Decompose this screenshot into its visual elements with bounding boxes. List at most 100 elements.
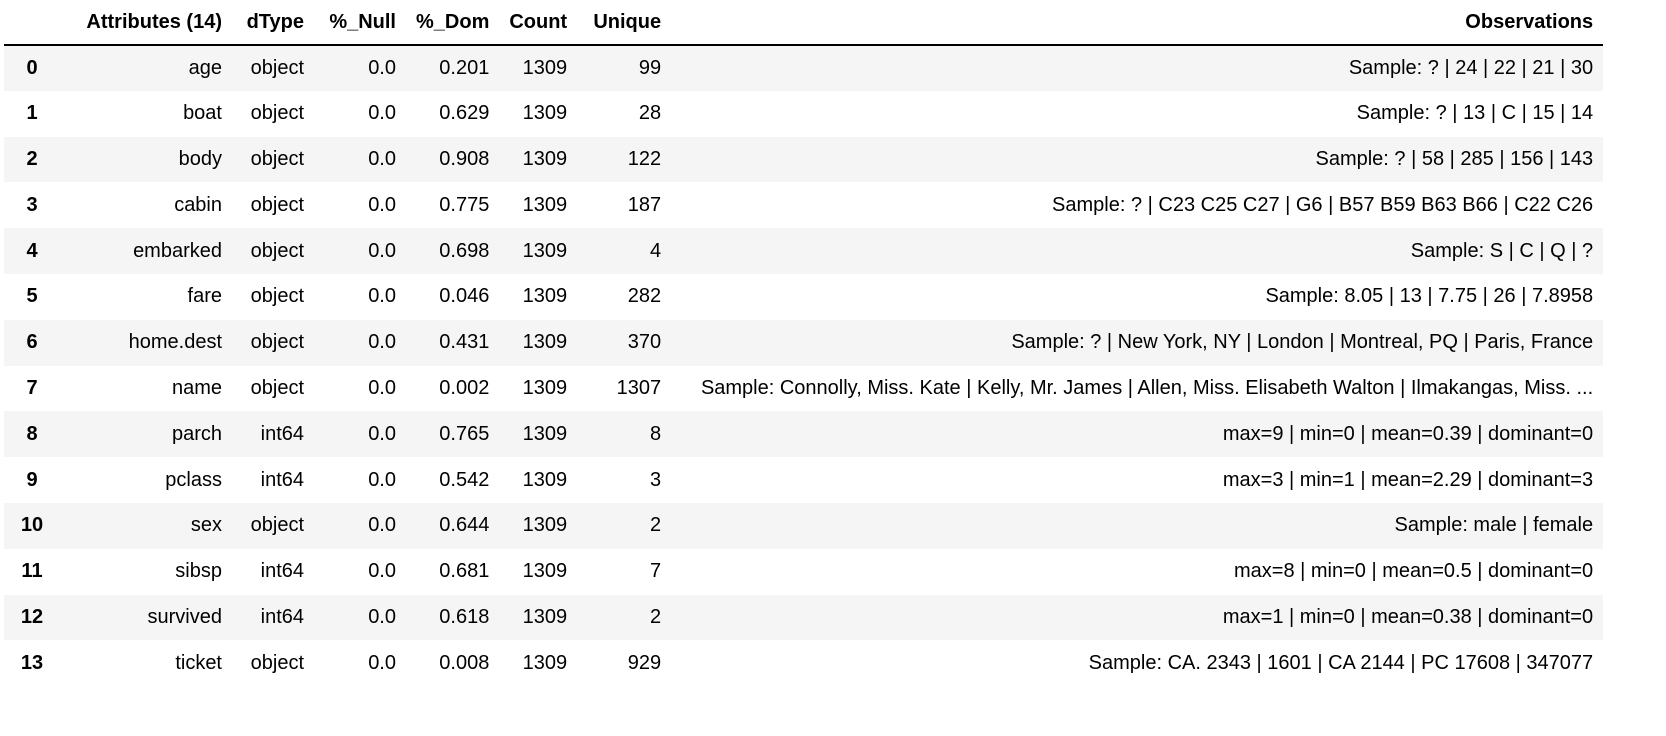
dom-pct-cell: 0.431	[439, 331, 490, 354]
unique-cell: 8	[650, 422, 662, 445]
unique-cell: 7	[650, 560, 662, 583]
row-index-cell: 2	[26, 147, 38, 170]
count-cell: 1309	[522, 376, 568, 399]
observations-cell: Sample: ? | 24 | 22 | 21 | 30	[1348, 56, 1594, 79]
row-index-cell: 7	[26, 376, 38, 399]
null-pct-cell: 0.0	[368, 651, 396, 674]
attribute-cell: boat	[183, 102, 222, 125]
table-row: 12 survived int64 0.0 0.618 1309 2 max=1 | min=…	[4, 594, 1604, 641]
dom-pct-cell: 0.201	[439, 56, 490, 79]
dom-pct-cell: 0.542	[439, 468, 490, 491]
table-row: 4 embarked object 0.0 0.698 1309 4 Sample: S | …	[4, 228, 1604, 274]
count-cell: 1309	[522, 56, 568, 79]
table-row: 0 age object 0.0 0.201 1309 99 Sample: ? | 24 |…	[4, 45, 1604, 91]
unique-cell: 122	[627, 147, 662, 170]
null-pct-cell: 0.0	[368, 560, 396, 583]
count-cell: 1309	[522, 331, 568, 354]
attribute-cell: embarked	[133, 239, 222, 262]
observations-cell: Sample: ? | 13 | C | 15 | 14	[1356, 102, 1594, 125]
row-index-cell: 0	[26, 56, 38, 79]
dtype-cell: int64	[260, 468, 304, 491]
row-index-cell: 9	[26, 468, 38, 491]
dtype-cell: object	[250, 102, 304, 125]
row-index-cell: 6	[26, 331, 38, 354]
row-index-cell: 3	[26, 193, 38, 216]
attribute-cell: cabin	[174, 193, 222, 216]
observations-cell: max=1 | min=0 | mean=0.38 | dominant=0	[1222, 605, 1594, 628]
table-row: 2 body object 0.0 0.908 1309 122 Sample: ? | 58…	[4, 136, 1604, 183]
observations-cell: Sample: Connolly, Miss. Kate | Kelly, Mr…	[700, 376, 1594, 399]
dtype-cell: object	[250, 56, 304, 79]
header-unique: Unique	[577, 0, 672, 46]
unique-cell: 187	[627, 193, 662, 216]
null-pct-cell: 0.0	[368, 193, 396, 216]
unique-cell: 1307	[616, 376, 662, 399]
count-cell: 1309	[522, 239, 568, 262]
dom-pct-cell: 0.765	[439, 422, 490, 445]
unique-cell: 4	[650, 239, 662, 262]
observations-cell: Sample: CA. 2343 | 1601 | CA 2144 | PC 1…	[1088, 651, 1594, 674]
dom-pct-cell: 0.775	[439, 193, 490, 216]
observations-cell: max=8 | min=0 | mean=0.5 | dominant=0	[1233, 560, 1594, 583]
dom-pct-cell: 0.008	[439, 651, 490, 674]
null-pct-cell: 0.0	[368, 239, 396, 262]
unique-cell: 3	[650, 468, 662, 491]
attribute-cell: home.dest	[128, 331, 222, 354]
observations-cell: Sample: ? | 58 | 285 | 156 | 143	[1315, 147, 1594, 170]
unique-cell: 28	[638, 102, 662, 125]
dtype-cell: object	[250, 514, 304, 537]
dtype-cell: object	[250, 193, 304, 216]
table-row: 10 sex object 0.0 0.644 1309 2 Sample: male | f…	[4, 502, 1604, 549]
unique-cell: 929	[627, 651, 662, 674]
row-index-cell: 5	[26, 285, 38, 308]
count-cell: 1309	[522, 102, 568, 125]
dom-pct-cell: 0.618	[439, 605, 490, 628]
count-cell: 1309	[522, 560, 568, 583]
table-header: Attributes (14) dType %_Null %_Dom Count…	[4, 0, 1604, 46]
attribute-cell: survived	[147, 605, 222, 628]
dtype-cell: object	[250, 376, 304, 399]
dom-pct-cell: 0.681	[439, 560, 490, 583]
count-cell: 1309	[522, 514, 568, 537]
null-pct-cell: 0.0	[368, 514, 396, 537]
table-row: 7 name object 0.0 0.002 1309 1307 Sample: Conno…	[4, 365, 1604, 412]
header-index	[4, 0, 60, 46]
attribute-cell: ticket	[175, 651, 222, 674]
table-row: 9 pclass int64 0.0 0.542 1309 3 max=3 | min=1 |…	[4, 457, 1604, 503]
dom-pct-cell: 0.046	[439, 285, 490, 308]
null-pct-cell: 0.0	[368, 605, 396, 628]
table-row: 6 home.dest object 0.0 0.431 1309 370 Sample: ?…	[4, 319, 1604, 366]
dom-pct-cell: 0.698	[439, 239, 490, 262]
header-null: %_Null	[314, 0, 406, 46]
attribute-cell: sibsp	[175, 560, 222, 583]
observations-cell: Sample: S | C | Q | ?	[1410, 239, 1594, 262]
dtype-cell: object	[250, 331, 304, 354]
table-row: 5 fare object 0.0 0.046 1309 282 Sample: 8.05 |…	[4, 273, 1604, 320]
null-pct-cell: 0.0	[368, 102, 396, 125]
dtype-cell: object	[250, 147, 304, 170]
null-pct-cell: 0.0	[368, 56, 396, 79]
unique-cell: 370	[627, 331, 662, 354]
row-index-cell: 4	[26, 239, 38, 262]
row-index-cell: 11	[21, 560, 43, 583]
dataframe-table: Attributes (14) dType %_Null %_Dom Count…	[4, 0, 1604, 687]
header-dtype: dType	[232, 0, 314, 46]
header-observations: Observations	[671, 0, 1604, 46]
count-cell: 1309	[522, 422, 568, 445]
attribute-cell: sex	[190, 514, 222, 537]
dom-pct-cell: 0.644	[439, 514, 490, 537]
table-row: 1 boat object 0.0 0.629 1309 28 Sample: ? | 13 …	[4, 90, 1604, 137]
count-cell: 1309	[522, 285, 568, 308]
observations-cell: max=3 | min=1 | mean=2.29 | dominant=3	[1222, 468, 1594, 491]
header-row: Attributes (14) dType %_Null %_Dom Count…	[4, 0, 1604, 46]
unique-cell: 99	[638, 56, 662, 79]
unique-cell: 2	[650, 605, 662, 628]
count-cell: 1309	[522, 468, 568, 491]
header-dom: %_Dom	[406, 0, 500, 46]
observations-cell: Sample: 8.05 | 13 | 7.75 | 26 | 7.8958	[1265, 285, 1594, 308]
observations-cell: Sample: male | female	[1394, 514, 1594, 537]
dtype-cell: int64	[260, 605, 304, 628]
unique-cell: 282	[627, 285, 662, 308]
attribute-cell: fare	[187, 285, 222, 308]
attribute-cell: parch	[171, 422, 222, 445]
